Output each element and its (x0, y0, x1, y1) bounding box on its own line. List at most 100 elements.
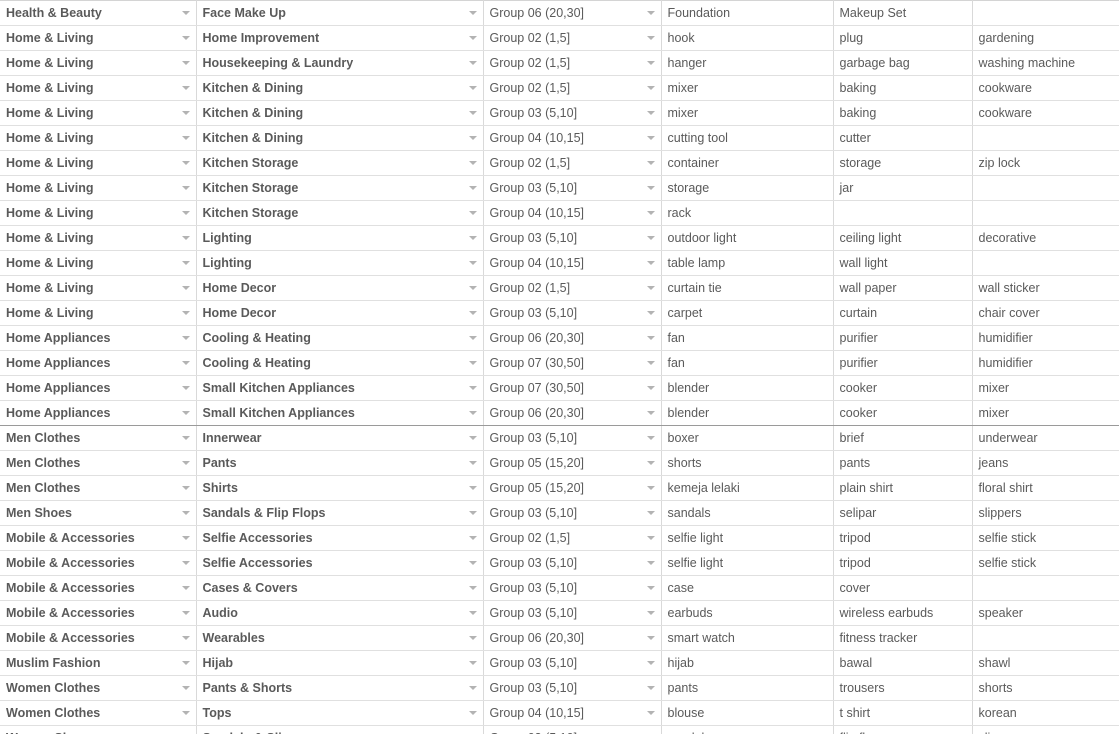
cell-keyword2[interactable]: plain shirt (833, 475, 973, 501)
chevron-down-icon[interactable] (646, 111, 655, 115)
chevron-down-icon[interactable] (646, 511, 655, 515)
cell-keyword3[interactable]: shorts (972, 675, 1119, 701)
chevron-down-icon[interactable] (468, 636, 477, 640)
cell-keyword3[interactable]: chair cover (972, 300, 1119, 326)
cell-category[interactable]: Home & Living (0, 25, 197, 51)
chevron-down-icon[interactable] (468, 586, 477, 590)
cell-keyword2[interactable]: baking (833, 75, 973, 101)
cell-category[interactable]: Home & Living (0, 100, 197, 126)
cell-keyword2[interactable]: brief (833, 425, 973, 451)
cell-group[interactable]: Group 03 (5,10] (483, 300, 662, 326)
cell-keyword1[interactable]: smart watch (661, 625, 834, 651)
chevron-down-icon[interactable] (181, 136, 190, 140)
cell-keyword1[interactable]: storage (661, 175, 834, 201)
cell-keyword2[interactable]: fitness tracker (833, 625, 973, 651)
cell-keyword3[interactable]: mixer (972, 375, 1119, 401)
cell-keyword3[interactable] (972, 0, 1119, 26)
chevron-down-icon[interactable] (646, 611, 655, 615)
cell-group[interactable]: Group 03 (5,10] (483, 550, 662, 576)
chevron-down-icon[interactable] (646, 711, 655, 715)
chevron-down-icon[interactable] (181, 311, 190, 315)
cell-keyword2[interactable]: pants (833, 450, 973, 476)
cell-keyword1[interactable]: fan (661, 325, 834, 351)
cell-category[interactable]: Mobile & Accessories (0, 625, 197, 651)
cell-group[interactable]: Group 02 (1,5] (483, 150, 662, 176)
chevron-down-icon[interactable] (646, 586, 655, 590)
cell-group[interactable]: Group 03 (5,10] (483, 425, 662, 451)
cell-keyword1[interactable]: blender (661, 375, 834, 401)
cell-subcategory[interactable]: Sandals & Flip Flops (196, 500, 484, 526)
cell-keyword3[interactable]: zip lock (972, 150, 1119, 176)
chevron-down-icon[interactable] (646, 11, 655, 15)
chevron-down-icon[interactable] (468, 311, 477, 315)
cell-group[interactable]: Group 07 (30,50] (483, 375, 662, 401)
cell-category[interactable]: Home Appliances (0, 400, 197, 426)
cell-keyword2[interactable]: flip flops (833, 725, 973, 734)
cell-keyword2[interactable]: cover (833, 575, 973, 601)
chevron-down-icon[interactable] (181, 486, 190, 490)
cell-keyword2[interactable]: trousers (833, 675, 973, 701)
chevron-down-icon[interactable] (468, 211, 477, 215)
chevron-down-icon[interactable] (468, 561, 477, 565)
chevron-down-icon[interactable] (468, 86, 477, 90)
chevron-down-icon[interactable] (181, 511, 190, 515)
cell-group[interactable]: Group 06 (20,30] (483, 325, 662, 351)
cell-keyword3[interactable]: floral shirt (972, 475, 1119, 501)
cell-keyword1[interactable]: table lamp (661, 250, 834, 276)
cell-keyword2[interactable]: purifier (833, 325, 973, 351)
chevron-down-icon[interactable] (181, 111, 190, 115)
cell-keyword3[interactable]: cookware (972, 100, 1119, 126)
chevron-down-icon[interactable] (646, 636, 655, 640)
cell-keyword3[interactable]: selfie stick (972, 525, 1119, 551)
cell-keyword3[interactable]: wall sticker (972, 275, 1119, 301)
cell-subcategory[interactable]: Audio (196, 600, 484, 626)
cell-keyword1[interactable]: rack (661, 200, 834, 226)
chevron-down-icon[interactable] (468, 486, 477, 490)
cell-group[interactable]: Group 03 (5,10] (483, 100, 662, 126)
cell-keyword3[interactable]: korean (972, 700, 1119, 726)
cell-keyword1[interactable]: sandals (661, 725, 834, 734)
cell-keyword1[interactable]: selfie light (661, 550, 834, 576)
chevron-down-icon[interactable] (181, 561, 190, 565)
chevron-down-icon[interactable] (468, 261, 477, 265)
cell-category[interactable]: Home & Living (0, 200, 197, 226)
cell-group[interactable]: Group 02 (1,5] (483, 50, 662, 76)
chevron-down-icon[interactable] (181, 436, 190, 440)
cell-subcategory[interactable]: Pants & Shorts (196, 675, 484, 701)
cell-subcategory[interactable]: Face Make Up (196, 0, 484, 26)
cell-subcategory[interactable]: Hijab (196, 650, 484, 676)
chevron-down-icon[interactable] (181, 636, 190, 640)
chevron-down-icon[interactable] (646, 486, 655, 490)
cell-keyword2[interactable]: tripod (833, 550, 973, 576)
chevron-down-icon[interactable] (468, 61, 477, 65)
cell-category[interactable]: Men Shoes (0, 500, 197, 526)
chevron-down-icon[interactable] (468, 11, 477, 15)
cell-subcategory[interactable]: Lighting (196, 225, 484, 251)
chevron-down-icon[interactable] (181, 711, 190, 715)
cell-keyword1[interactable]: fan (661, 350, 834, 376)
cell-keyword1[interactable]: hijab (661, 650, 834, 676)
cell-subcategory[interactable]: Kitchen Storage (196, 175, 484, 201)
cell-category[interactable]: Women Shoes (0, 725, 197, 734)
cell-keyword3[interactable]: slippers (972, 725, 1119, 734)
cell-keyword1[interactable]: kemeja lelaki (661, 475, 834, 501)
chevron-down-icon[interactable] (181, 411, 190, 415)
chevron-down-icon[interactable] (181, 611, 190, 615)
cell-category[interactable]: Home & Living (0, 125, 197, 151)
cell-subcategory[interactable]: Lighting (196, 250, 484, 276)
chevron-down-icon[interactable] (468, 661, 477, 665)
cell-category[interactable]: Health & Beauty (0, 0, 197, 26)
chevron-down-icon[interactable] (468, 711, 477, 715)
cell-keyword2[interactable]: wall paper (833, 275, 973, 301)
cell-keyword2[interactable]: plug (833, 25, 973, 51)
cell-keyword3[interactable] (972, 625, 1119, 651)
cell-group[interactable]: Group 04 (10,15] (483, 200, 662, 226)
cell-category[interactable]: Home & Living (0, 300, 197, 326)
chevron-down-icon[interactable] (646, 161, 655, 165)
cell-category[interactable]: Home Appliances (0, 325, 197, 351)
chevron-down-icon[interactable] (181, 211, 190, 215)
cell-subcategory[interactable]: Home Improvement (196, 25, 484, 51)
cell-category[interactable]: Home Appliances (0, 350, 197, 376)
chevron-down-icon[interactable] (181, 336, 190, 340)
cell-group[interactable]: Group 03 (5,10] (483, 500, 662, 526)
